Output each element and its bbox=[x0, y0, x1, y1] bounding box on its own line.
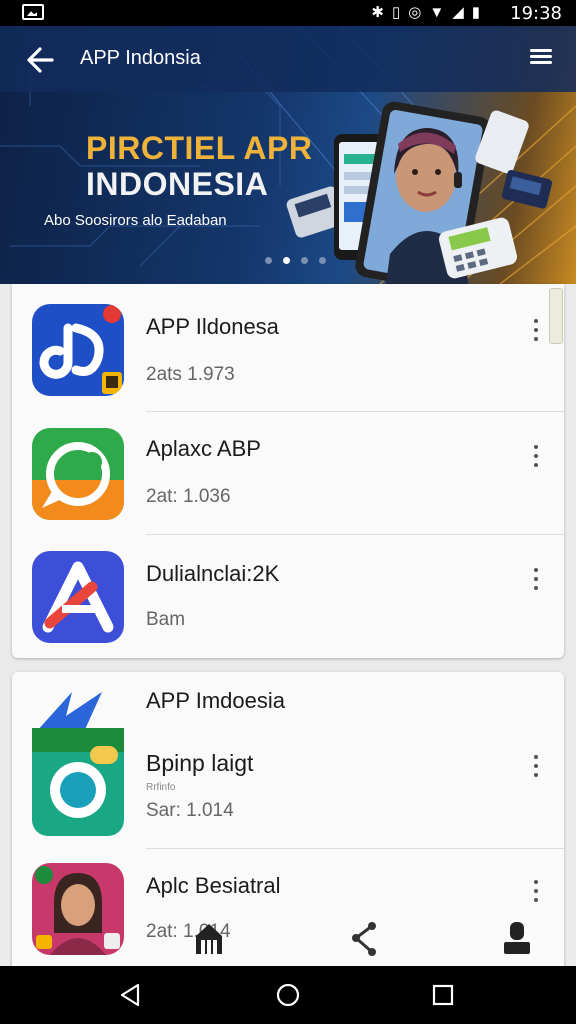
vibrate-icon: ▯ bbox=[391, 4, 401, 21]
hero-subtitle: Abo Soosirors alo Eadaban bbox=[44, 212, 227, 229]
more-options-icon[interactable] bbox=[526, 442, 546, 470]
camera-app-icon bbox=[32, 672, 124, 836]
list-item[interactable]: Dulialnclai:2K Bam bbox=[12, 535, 564, 658]
image-notification-icon bbox=[22, 4, 44, 20]
chat-bubble-app-icon bbox=[32, 428, 124, 520]
system-nav-bar bbox=[0, 966, 576, 1024]
app-subtitle: 2ats 1.973 bbox=[146, 364, 235, 385]
more-options-icon[interactable] bbox=[526, 877, 546, 905]
hero-banner[interactable]: APP Indonsia PIRCTIEL APR INDONESIA Abo … bbox=[0, 26, 576, 284]
app-note: Rrfinfo bbox=[146, 782, 176, 793]
alarm-icon: ◎ bbox=[408, 4, 422, 21]
more-options-icon[interactable] bbox=[526, 752, 546, 780]
bluetooth-icon: ✱ bbox=[371, 4, 384, 21]
carousel-dot-active[interactable] bbox=[283, 257, 290, 264]
app-title: Aplaxc ABP bbox=[146, 436, 261, 461]
recents-square-icon[interactable] bbox=[428, 980, 458, 1010]
app-title: APP Ildonesa bbox=[146, 314, 279, 339]
signal-icon: ◢ bbox=[452, 4, 464, 21]
app-list-card: APP Ildonesa 2ats 1.973 Aplaxc ABP 2at: … bbox=[12, 284, 564, 658]
profile-icon[interactable] bbox=[500, 918, 534, 958]
list-item[interactable]: Aplc Besiatral 2at: 1.014 bbox=[12, 849, 564, 972]
battery-icon: ▮ bbox=[471, 4, 480, 21]
share-icon[interactable] bbox=[348, 918, 382, 958]
more-options-icon[interactable] bbox=[526, 565, 546, 593]
status-time: 19:38 bbox=[510, 3, 562, 24]
side-tag bbox=[549, 288, 563, 344]
carousel-dot[interactable] bbox=[301, 257, 308, 264]
music-note-app-icon bbox=[32, 304, 124, 396]
app-bar-title: APP Indonsia bbox=[80, 47, 201, 69]
back-arrow-icon[interactable] bbox=[22, 42, 58, 78]
hero-title-line1: PIRCTIEL APR bbox=[86, 130, 313, 166]
app-subtitle: Bam bbox=[146, 609, 186, 630]
carousel-indicator[interactable] bbox=[265, 257, 326, 264]
app-title: Dulialnclai:2K bbox=[146, 561, 280, 586]
hero-title-line2: INDONESIA bbox=[86, 166, 269, 202]
list-item[interactable]: APP Ildonesa 2ats 1.973 bbox=[12, 284, 564, 412]
status-bar: ✱ ▯ ◎ ▼ ◢ ▮ 19:38 bbox=[0, 0, 576, 26]
more-options-icon[interactable] bbox=[526, 316, 546, 344]
home-circle-icon[interactable] bbox=[273, 980, 303, 1010]
wifi-icon: ▼ bbox=[429, 4, 445, 21]
menu-icon[interactable] bbox=[526, 46, 556, 74]
app-title: APP Imdoesia bbox=[146, 688, 286, 713]
devices-illustration bbox=[286, 101, 553, 284]
list-item[interactable]: Aplaxc ABP 2at: 1.036 bbox=[12, 412, 564, 535]
list-item[interactable]: APP Imdoesia Bpinp laigt Rrfinfo Sar: 1.… bbox=[12, 672, 564, 849]
hero-title: PIRCTIEL APR INDONESIA bbox=[86, 130, 312, 202]
app-title: Aplc Besiatral bbox=[146, 873, 281, 898]
status-icons: ✱ ▯ ◎ ▼ ◢ ▮ bbox=[371, 4, 480, 22]
app-list-card: APP Imdoesia Bpinp laigt Rrfinfo Sar: 1.… bbox=[12, 672, 564, 972]
carousel-dot[interactable] bbox=[265, 257, 272, 264]
app-meta: Sar: 1.014 bbox=[146, 800, 234, 821]
app-bar: APP Indonsia bbox=[0, 26, 576, 92]
letter-a-app-icon bbox=[32, 551, 124, 643]
carousel-dot[interactable] bbox=[319, 257, 326, 264]
app-subtitle: 2at: 1.036 bbox=[146, 486, 231, 507]
home-icon[interactable] bbox=[192, 918, 226, 958]
back-triangle-icon[interactable] bbox=[116, 980, 146, 1010]
app-subtitle: Bpinp laigt bbox=[146, 750, 254, 776]
portrait-app-icon bbox=[32, 863, 124, 955]
